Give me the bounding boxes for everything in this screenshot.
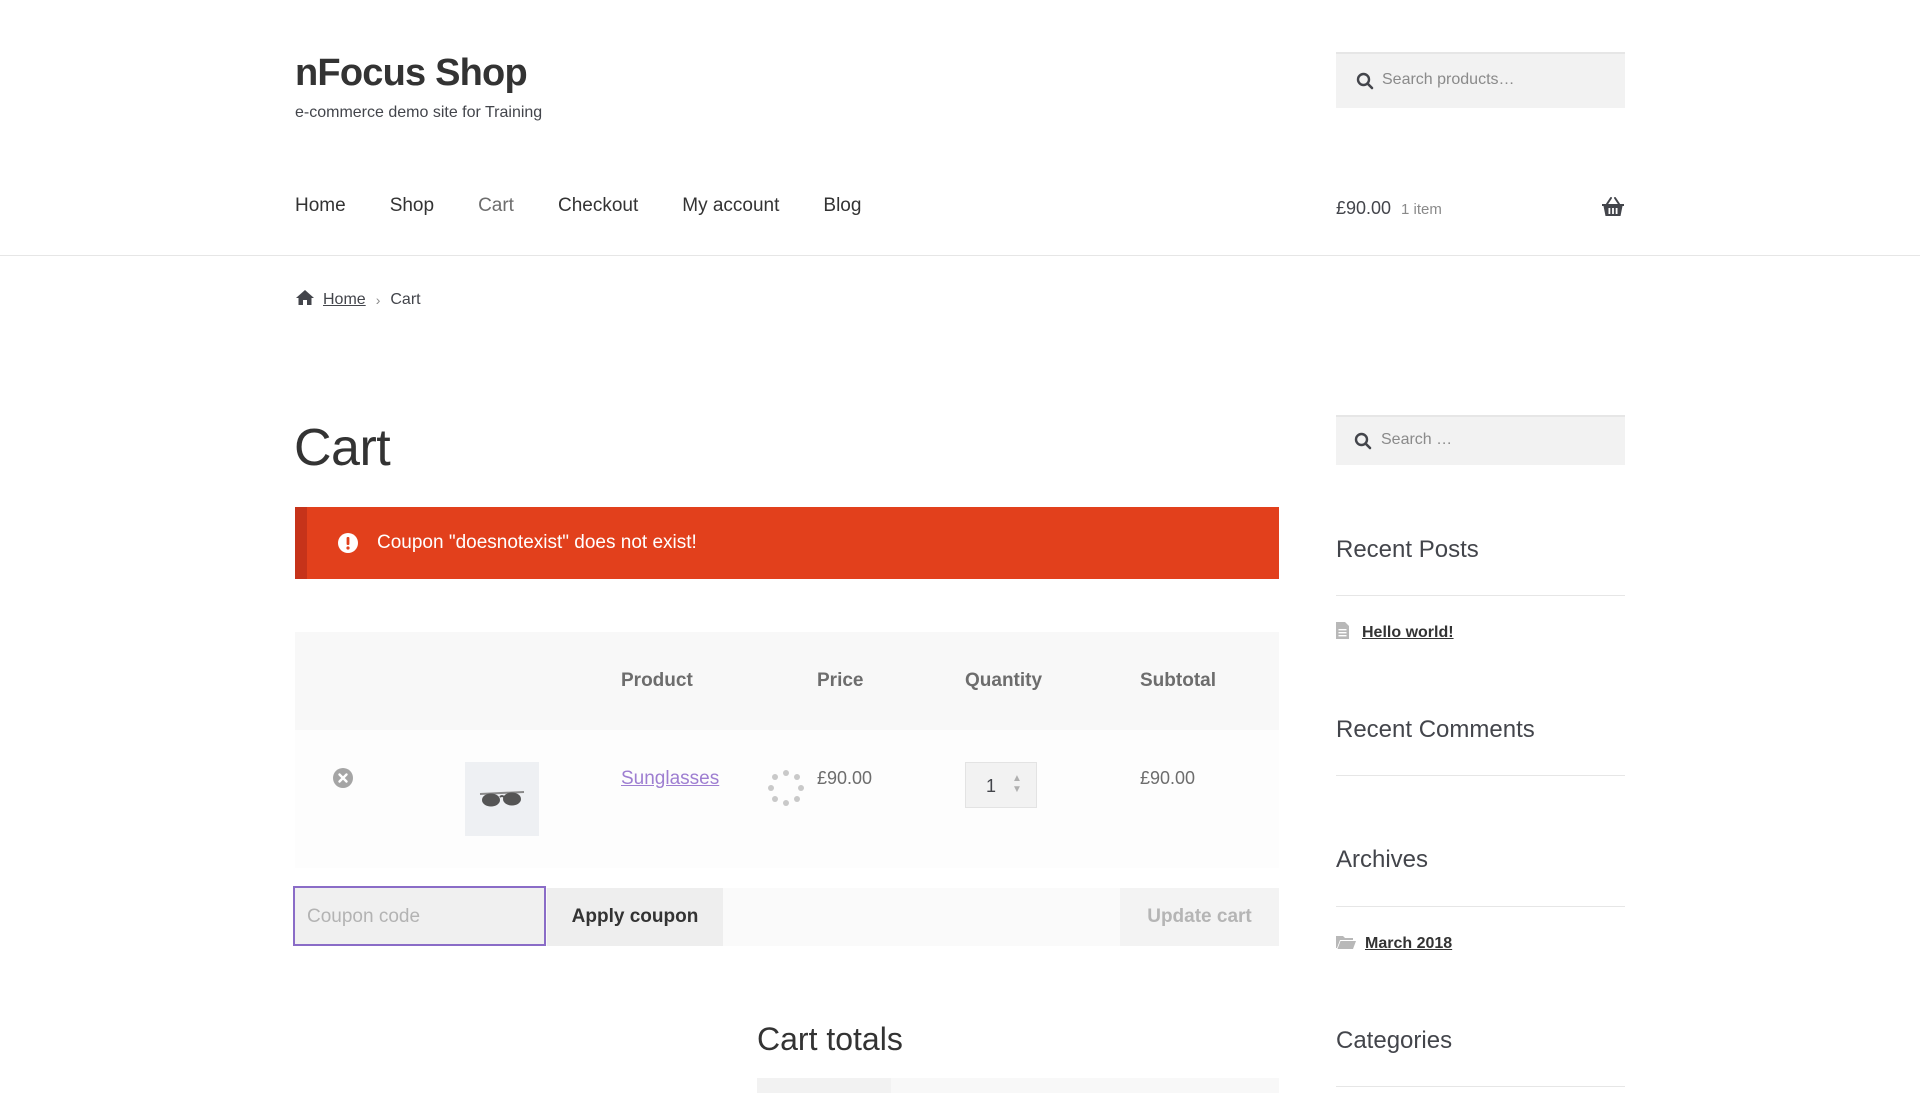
header-product: Product (621, 670, 693, 691)
coupon-code-input[interactable]: Coupon code (293, 886, 546, 946)
document-icon (1336, 622, 1349, 644)
page-title: Cart (294, 419, 391, 477)
header-price: Price (817, 670, 864, 691)
cart-totals-table (757, 1078, 1279, 1093)
list-item: Hello world! (1336, 622, 1454, 644)
error-message: Coupon "doesnotexist" does not exist! (377, 532, 697, 553)
widget-divider (1336, 775, 1625, 776)
remove-item-icon[interactable] (333, 768, 353, 793)
nav-shop[interactable]: Shop (390, 195, 434, 225)
cart-table-header: Product Price Quantity Subtotal (295, 632, 1279, 730)
categories-title: Categories (1336, 1027, 1453, 1054)
basket-icon[interactable] (1601, 196, 1625, 223)
nav-home[interactable]: Home (295, 195, 346, 225)
product-search-placeholder: Search products… (1382, 71, 1515, 88)
sidebar-search-placeholder: Search … (1381, 431, 1453, 448)
error-notice: Coupon "doesnotexist" does not exist! (295, 507, 1279, 579)
quantity-stepper[interactable]: 1 ▲ ▼ (965, 762, 1037, 808)
home-icon[interactable] (295, 289, 315, 311)
mini-cart-amount: £90.00 (1336, 198, 1392, 218)
recent-post-link[interactable]: Hello world! (1362, 624, 1454, 642)
archives-title: Archives (1336, 846, 1429, 873)
breadcrumb-home-link[interactable]: Home (323, 291, 366, 309)
site-description: e-commerce demo site for Training (295, 104, 543, 121)
product-subtotal: £90.00 (1140, 768, 1196, 788)
breadcrumb: Home › Cart (295, 289, 421, 311)
list-item: March 2018 (1336, 934, 1452, 954)
folder-icon (1336, 934, 1356, 954)
nav-my-account[interactable]: My account (682, 195, 779, 225)
quantity-value: 1 (986, 776, 997, 796)
product-thumbnail[interactable] (465, 762, 539, 836)
recent-comments-title: Recent Comments (1336, 716, 1535, 743)
nav-cart[interactable]: Cart (478, 195, 514, 225)
loading-spinner-icon (767, 769, 805, 812)
product-link[interactable]: Sunglasses (621, 768, 719, 790)
nav-blog[interactable]: Blog (823, 195, 861, 225)
sunglasses-icon (479, 791, 525, 807)
mini-cart[interactable]: £90.00 1 item (1336, 196, 1625, 226)
primary-navigation: Home Shop Cart Checkout My account Blog (295, 195, 905, 225)
stepper-arrows-icon[interactable]: ▲ ▼ (1012, 773, 1022, 795)
widget-divider (1336, 906, 1625, 907)
table-row: Sunglasses £90.00 1 ▲ ▼ £90.00 (295, 730, 1279, 868)
cart-totals-title: Cart totals (757, 1021, 903, 1057)
header-divider (0, 255, 1920, 256)
apply-coupon-button[interactable]: Apply coupon (547, 888, 723, 946)
update-cart-button[interactable]: Update cart (1120, 888, 1279, 946)
cart-actions: Coupon code Apply coupon Update cart (293, 886, 1279, 946)
widget-divider (1336, 595, 1625, 596)
archive-link[interactable]: March 2018 (1365, 935, 1452, 953)
breadcrumb-separator: › (375, 292, 381, 308)
header-subtotal: Subtotal (1140, 670, 1216, 691)
widget-divider (1336, 1086, 1625, 1087)
header-quantity: Quantity (965, 670, 1043, 691)
search-icon (1356, 72, 1374, 95)
breadcrumb-current: Cart (390, 291, 421, 308)
recent-posts-title: Recent Posts (1336, 536, 1479, 563)
coupon-code-placeholder: Coupon code (307, 906, 421, 927)
nav-checkout[interactable]: Checkout (558, 195, 638, 225)
search-icon (1354, 432, 1372, 455)
alert-icon (338, 533, 358, 558)
cart-table: Product Price Quantity Subtotal Sunglass… (295, 632, 1279, 868)
mini-cart-count: 1 item (1401, 201, 1442, 218)
sidebar-search-input[interactable]: Search … (1336, 415, 1625, 465)
site-title[interactable]: nFocus Shop (295, 52, 528, 95)
product-price: £90.00 (817, 768, 873, 788)
cart-totals-cell (757, 1078, 891, 1093)
product-search-input[interactable]: Search products… (1336, 52, 1625, 108)
